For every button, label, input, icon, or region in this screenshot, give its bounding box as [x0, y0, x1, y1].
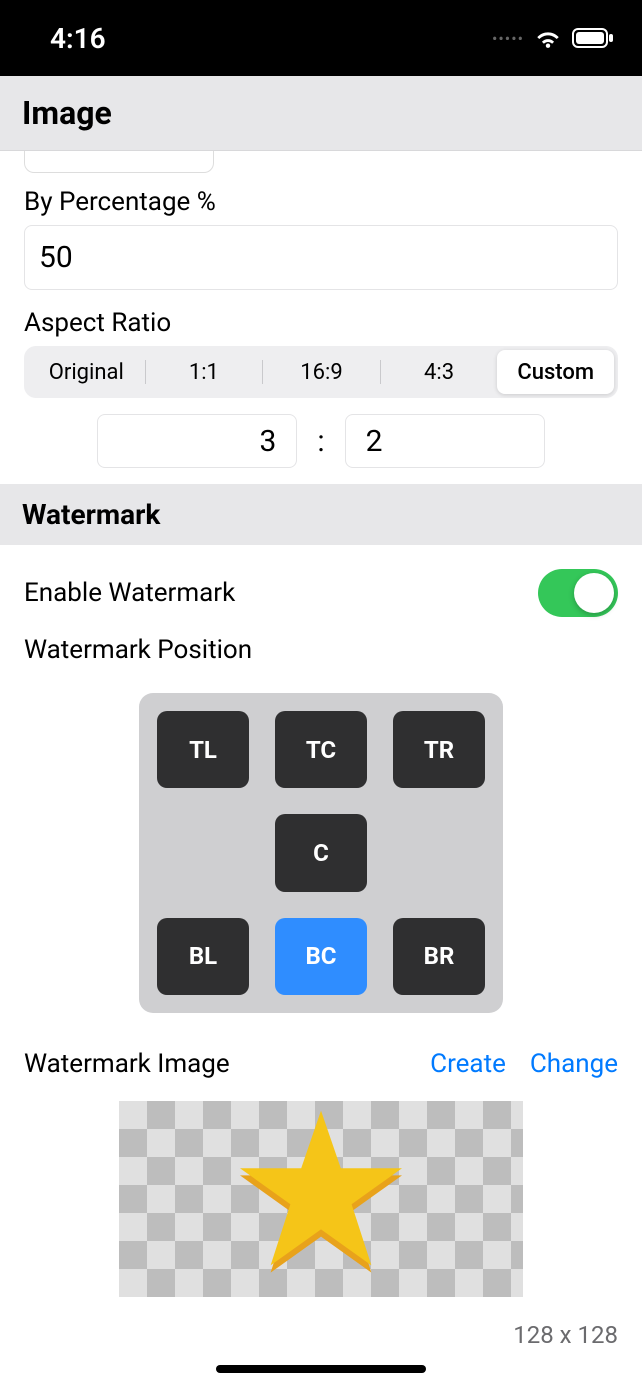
- position-tc[interactable]: TC: [275, 711, 367, 788]
- percentage-label: By Percentage %: [24, 187, 618, 217]
- toggle-knob: [574, 573, 614, 613]
- position-ml-empty: [157, 814, 249, 891]
- resize-mode-segmented-cut[interactable]: [24, 151, 618, 173]
- battery-icon: [572, 28, 614, 48]
- page-title: Image: [22, 94, 620, 132]
- aspect-option-1-1[interactable]: 1:1: [146, 350, 263, 394]
- status-dots-icon: •••••: [492, 29, 524, 48]
- percentage-input[interactable]: 50: [24, 225, 618, 290]
- position-c[interactable]: C: [275, 814, 367, 891]
- watermark-image-row: Watermark Image Create Change: [0, 1019, 642, 1089]
- position-br[interactable]: BR: [393, 918, 485, 995]
- home-indicator[interactable]: [216, 1365, 426, 1373]
- aspect-ratio-segmented[interactable]: Original 1:1 16:9 4:3 Custom: [24, 346, 618, 398]
- watermark-position-label: Watermark Position: [24, 635, 618, 665]
- position-tr[interactable]: TR: [393, 711, 485, 788]
- enable-watermark-row: Enable Watermark: [0, 545, 642, 627]
- aspect-option-custom[interactable]: Custom: [497, 350, 614, 394]
- ratio-height-input[interactable]: 2: [345, 414, 545, 468]
- watermark-size-text: 128 x 128: [0, 1309, 642, 1361]
- watermark-image-label: Watermark Image: [24, 1049, 230, 1079]
- position-bc[interactable]: BC: [275, 918, 367, 995]
- create-watermark-button[interactable]: Create: [430, 1049, 506, 1079]
- aspect-ratio-label: Aspect Ratio: [24, 308, 618, 338]
- watermark-position-grid: TL TC TR C BL BC BR: [139, 693, 503, 1013]
- ratio-colon: :: [317, 424, 324, 459]
- watermark-preview[interactable]: [119, 1101, 523, 1297]
- enable-watermark-label: Enable Watermark: [24, 578, 235, 608]
- status-time: 4:16: [50, 22, 106, 55]
- position-tl[interactable]: TL: [157, 711, 249, 788]
- change-watermark-button[interactable]: Change: [530, 1049, 618, 1079]
- wifi-icon: [534, 27, 562, 49]
- enable-watermark-toggle[interactable]: [538, 569, 618, 617]
- aspect-option-16-9[interactable]: 16:9: [263, 350, 380, 394]
- page-title-bar: Image: [0, 76, 642, 151]
- star-icon: [231, 1107, 411, 1291]
- ratio-width-input[interactable]: 3: [97, 414, 297, 468]
- watermark-section-header: Watermark: [0, 484, 642, 545]
- position-mr-empty: [393, 814, 485, 891]
- aspect-option-original[interactable]: Original: [28, 350, 145, 394]
- status-bar: 4:16 •••••: [0, 0, 642, 76]
- aspect-ratio-custom-row: 3 : 2: [24, 414, 618, 468]
- position-bl[interactable]: BL: [157, 918, 249, 995]
- aspect-option-4-3[interactable]: 4:3: [381, 350, 498, 394]
- status-icons: •••••: [492, 27, 614, 49]
